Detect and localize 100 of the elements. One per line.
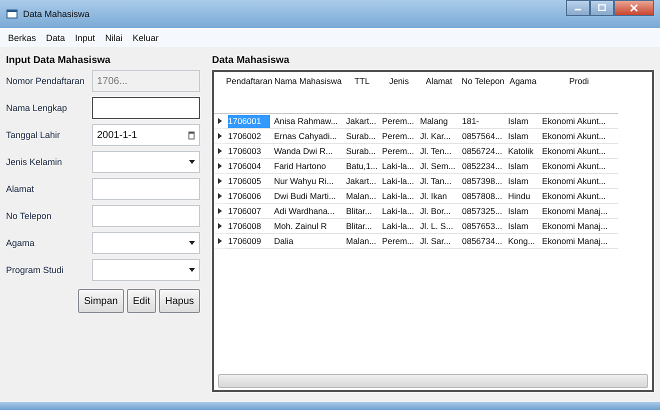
field-label: Agama [6, 238, 36, 248]
table-cell: Ekonomi Akunt... [540, 129, 618, 144]
row-pointer-icon [218, 133, 222, 139]
table-cell: Islam [506, 129, 540, 144]
form-heading: Input Data Mahasiswa [6, 55, 112, 66]
maximize-button[interactable] [590, 0, 614, 16]
table-cell: Perem... [380, 114, 418, 129]
table-cell: Laki-la... [380, 189, 418, 204]
table-cell: 0852234... [460, 159, 506, 174]
horizontal-scrollbar[interactable] [218, 374, 648, 388]
table-cell: 0856734... [460, 234, 506, 249]
table-cell: Islam [506, 219, 540, 234]
dropdown-arrow-icon[interactable] [189, 241, 195, 245]
table-cell: Batu,1... [344, 159, 380, 174]
field-value: 2001-1-1 [97, 130, 138, 140]
table-cell: Wanda Dwi R... [272, 144, 344, 159]
row-pointer-icon [218, 238, 222, 244]
input-field[interactable] [92, 97, 200, 119]
table-cell: Islam [506, 174, 540, 189]
table-cell: 0857653... [460, 219, 506, 234]
calendar-icon[interactable] [188, 130, 195, 140]
row-pointer-icon [218, 223, 222, 229]
form-button[interactable]: Edit [126, 289, 156, 313]
dropdown-arrow-icon[interactable] [189, 268, 195, 272]
dropdown-field[interactable] [92, 232, 200, 254]
form-button[interactable]: Simpan [78, 289, 124, 313]
field-label: Nomor Pendaftaran [6, 76, 86, 86]
table-cell: 1706009 [226, 234, 272, 249]
table-heading: Data Mahasiswa [212, 55, 290, 66]
table-cell: 1706003 [226, 144, 272, 159]
table-cell: Blitar... [344, 204, 380, 219]
menu-item[interactable]: Keluar [132, 33, 159, 43]
table-cell: 1706001 [226, 114, 272, 129]
table-cell: Ernas Cahyadi... [272, 129, 344, 144]
table-cell: Laki-la... [380, 174, 418, 189]
table-cell: Laki-la... [380, 219, 418, 234]
table-cell: Surab... [344, 144, 380, 159]
row-pointer-icon [218, 148, 222, 154]
table-cell: Ekonomi Manaj... [540, 219, 618, 234]
table-cell: 1706006 [226, 189, 272, 204]
table-cell: Jl. Sem... [418, 159, 460, 174]
table-cell: Blitar... [344, 219, 380, 234]
date-picker[interactable]: 2001-1-1 [92, 124, 200, 146]
table-cell: Islam [506, 204, 540, 219]
table-cell: Perem... [380, 129, 418, 144]
window-title: Data Mahasiswa [23, 9, 91, 19]
table-cell: Jl. Sar... [418, 234, 460, 249]
field-label: No Telepon [6, 211, 52, 221]
close-button[interactable] [614, 0, 654, 16]
field-label: Alamat [6, 184, 36, 194]
table-cell: 0857808... [460, 189, 506, 204]
window-icon [6, 8, 18, 20]
table-cell: Anisa Rahmaw... [272, 114, 344, 129]
table-cell: Surab... [344, 129, 380, 144]
table-cell: Ekonomi Akunt... [540, 114, 618, 129]
table-cell: Katolik [506, 144, 540, 159]
table-cell: Perem... [380, 234, 418, 249]
table-cell: Ekonomi Manaj... [540, 204, 618, 219]
table-cell: Dalia [272, 234, 344, 249]
minimize-button[interactable] [566, 0, 590, 16]
row-pointer-icon [218, 208, 222, 214]
menu-item[interactable]: Input [75, 33, 96, 43]
dropdown-field[interactable] [92, 259, 200, 281]
table-cell: 181- [460, 114, 506, 129]
table-cell: Jl. Tan... [418, 174, 460, 189]
table-cell: 1706007 [226, 204, 272, 219]
menu-item[interactable]: Data [46, 33, 66, 43]
table-cell: 1706008 [226, 219, 272, 234]
field-label: Program Studi [6, 265, 65, 275]
table-cell: 1706004 [226, 159, 272, 174]
table-cell: Adi Wardhana... [272, 204, 344, 219]
table-cell: Ekonomi Akunt... [540, 159, 618, 174]
table-cell: Malang [418, 114, 460, 129]
field-label: Nama Lengkap [6, 103, 68, 113]
table-cell: Kong... [506, 234, 540, 249]
form-button[interactable]: Hapus [159, 289, 200, 313]
table-cell: 1706002 [226, 129, 272, 144]
table-cell: Malan... [344, 234, 380, 249]
menu-item[interactable]: Nilai [105, 33, 123, 43]
field-label: Tanggal Lahir [6, 130, 62, 140]
table-cell: Jakart... [344, 114, 380, 129]
table-cell: Dwi Budi Marti... [272, 189, 344, 204]
table-cell: 0857325... [460, 204, 506, 219]
menu-item[interactable]: Berkas [8, 33, 36, 43]
row-pointer-icon [218, 178, 222, 184]
dropdown-arrow-icon[interactable] [189, 160, 195, 164]
table-cell: Jl. Kar... [418, 129, 460, 144]
table-cell: Jl. Bor... [418, 204, 460, 219]
table-cell: Perem... [380, 144, 418, 159]
table-cell: Malan... [344, 189, 380, 204]
table-cell: 0856724... [460, 144, 506, 159]
table-cell: Ekonomi Akunt... [540, 174, 618, 189]
row-pointer-icon [218, 163, 222, 169]
dropdown-field[interactable] [92, 151, 200, 173]
table-cell: Moh. Zainul R [272, 219, 344, 234]
table-cell: Jl. L. S... [418, 219, 460, 234]
table-cell: Farid Hartono [272, 159, 344, 174]
table-cell: Laki-la... [380, 159, 418, 174]
close-icon [630, 4, 638, 12]
table-cell: Ekonomi Akunt... [540, 144, 618, 159]
